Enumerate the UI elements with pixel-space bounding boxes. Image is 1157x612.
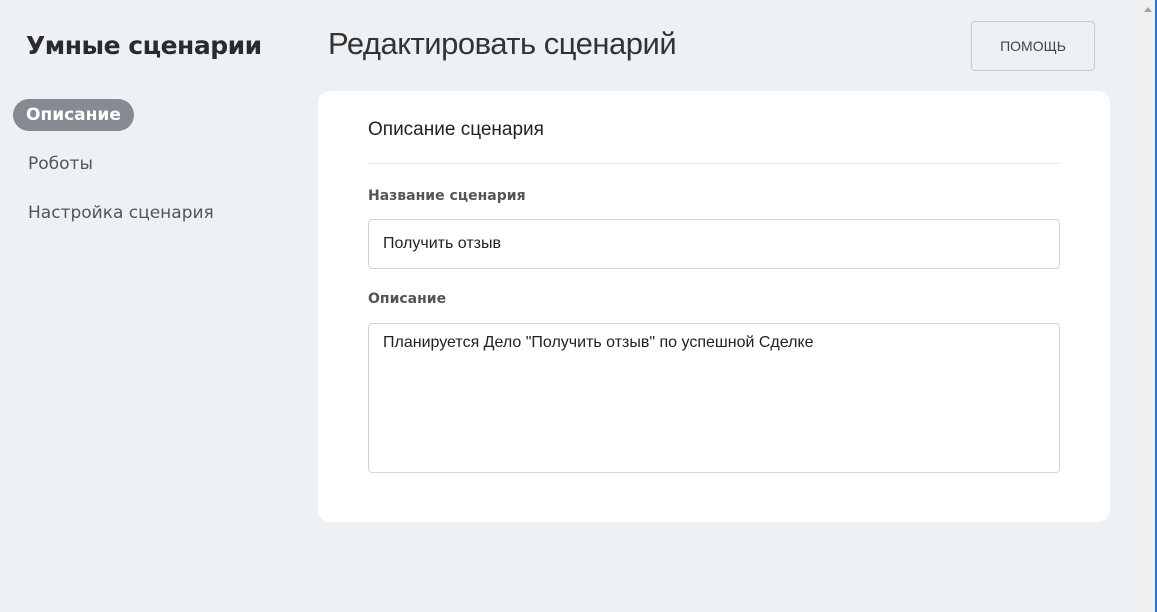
description-textarea[interactable]: Планируется Дело "Получить отзыв" по усп… xyxy=(368,323,1060,473)
scenario-name-input[interactable] xyxy=(368,219,1060,269)
sidebar-brand: Умные сценарии xyxy=(26,31,262,60)
sidebar-item-description[interactable]: Описание xyxy=(13,99,134,131)
sidebar-item-scenario-settings[interactable]: Настройка сценария xyxy=(13,197,229,229)
scrollbar[interactable] xyxy=(1140,0,1157,612)
sidebar-item-robots[interactable]: Роботы xyxy=(13,148,108,180)
card-title: Описание сценария xyxy=(368,119,544,140)
divider xyxy=(368,163,1060,164)
page-title: Редактировать сценарий xyxy=(328,26,677,61)
help-button[interactable]: ПОМОЩЬ xyxy=(971,21,1095,71)
name-label: Название сценария xyxy=(368,188,526,204)
description-card: Описание сценария Название сценария Опис… xyxy=(318,91,1110,522)
scroll-up-icon[interactable] xyxy=(1144,7,1152,12)
description-label: Описание xyxy=(368,291,447,307)
